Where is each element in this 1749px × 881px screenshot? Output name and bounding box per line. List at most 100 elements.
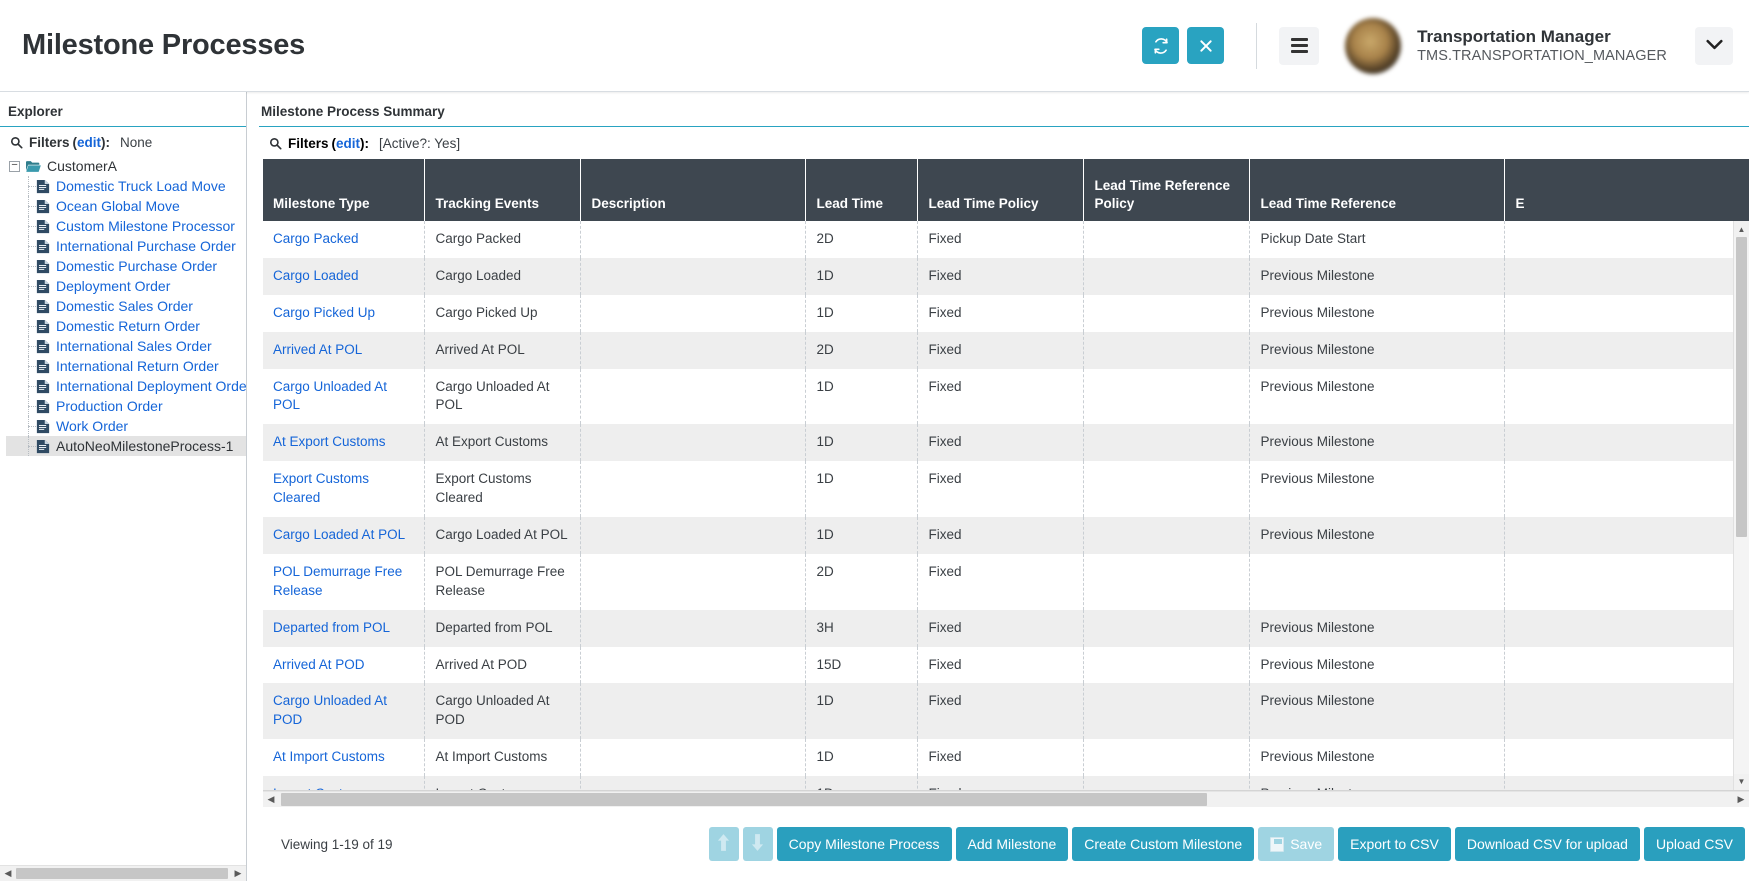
table-row[interactable]: At Import CustomsAt Import Customs1DFixe… (263, 739, 1749, 776)
tree-item[interactable]: Domestic Purchase Order (6, 256, 246, 276)
create-custom-milestone-button[interactable]: Create Custom Milestone (1072, 827, 1254, 861)
milestone-type-link[interactable]: Cargo Unloaded At POD (273, 693, 387, 727)
milestone-type-link[interactable]: Cargo Loaded At POL (273, 527, 405, 542)
close-button[interactable] (1187, 27, 1224, 64)
tree-item[interactable]: Domestic Return Order (6, 316, 246, 336)
milestone-type-link[interactable]: At Export Customs (273, 434, 386, 449)
column-header[interactable]: Lead Time Reference (1250, 159, 1505, 221)
cell-milestone-type[interactable]: Arrived At POL (263, 332, 425, 369)
grid-filters-edit-link[interactable]: edit (336, 136, 360, 151)
table-row[interactable]: Export Customs ClearedExport Customs Cle… (263, 461, 1749, 517)
download-csv-for-upload-button[interactable]: Download CSV for upload (1455, 827, 1640, 861)
copy-milestone-process-button[interactable]: Copy Milestone Process (777, 827, 952, 861)
column-header[interactable]: Milestone Type (263, 159, 425, 221)
upload-csv-button[interactable]: Upload CSV (1644, 827, 1745, 861)
tree-item[interactable]: Domestic Sales Order (6, 296, 246, 316)
cell-milestone-type[interactable]: Cargo Loaded At POL (263, 517, 425, 554)
tree-item[interactable]: AutoNeoMilestoneProcess-1 (6, 436, 246, 456)
milestone-type-link[interactable]: Export Customs Cleared (273, 471, 369, 505)
table-row[interactable]: Arrived At PODArrived At POD15DFixedPrev… (263, 647, 1749, 684)
scroll-left-icon[interactable]: ◀ (0, 868, 16, 879)
hamburger-icon[interactable] (1279, 27, 1319, 65)
grid-hscroll-thumb[interactable] (281, 793, 1207, 806)
cell-milestone-type[interactable]: Import Customs Cleared (263, 776, 425, 791)
table-row[interactable]: At Export CustomsAt Export Customs1DFixe… (263, 424, 1749, 461)
collapse-icon[interactable]: − (9, 161, 20, 172)
column-header[interactable]: Description (581, 159, 806, 221)
milestone-type-link[interactable]: Cargo Packed (273, 231, 359, 246)
tree-item[interactable]: International Return Order (6, 356, 246, 376)
cell-milestone-type[interactable]: Departed from POL (263, 610, 425, 647)
cell-milestone-type[interactable]: Cargo Unloaded At POD (263, 683, 425, 739)
save-button[interactable]: Save (1258, 827, 1334, 861)
table-row[interactable]: Cargo Loaded At POLCargo Loaded At POL1D… (263, 517, 1749, 554)
milestone-type-link[interactable]: POL Demurrage Free Release (273, 564, 402, 598)
tree-item[interactable]: International Sales Order (6, 336, 246, 356)
table-row[interactable]: Import Customs ClearedImport Customs Cle… (263, 776, 1749, 791)
cell-milestone-type[interactable]: Cargo Unloaded At POL (263, 369, 425, 425)
table-row[interactable]: Cargo Picked UpCargo Picked Up1DFixedPre… (263, 295, 1749, 332)
column-header[interactable]: Tracking Events (425, 159, 581, 221)
cell-lead-time-policy: Fixed (918, 332, 1084, 369)
scroll-down-icon[interactable]: ▼ (1734, 774, 1749, 790)
milestone-type-link[interactable]: Cargo Unloaded At POL (273, 379, 387, 413)
column-header[interactable]: Lead Time Policy (918, 159, 1084, 221)
cell-milestone-type[interactable]: POL Demurrage Free Release (263, 554, 425, 610)
table-row[interactable]: Cargo Unloaded At POLCargo Unloaded At P… (263, 369, 1749, 425)
grid-vscroll-thumb[interactable] (1736, 237, 1747, 537)
cell-milestone-type[interactable]: Cargo Loaded (263, 258, 425, 295)
move-up-button[interactable] (709, 827, 739, 861)
milestone-type-link[interactable]: Arrived At POD (273, 657, 365, 672)
cell-lead-time-policy: Fixed (918, 610, 1084, 647)
table-row[interactable]: Cargo Unloaded At PODCargo Unloaded At P… (263, 683, 1749, 739)
milestone-type-link[interactable]: Arrived At POL (273, 342, 362, 357)
table-row[interactable]: Cargo LoadedCargo Loaded1DFixedPrevious … (263, 258, 1749, 295)
document-icon (36, 219, 50, 234)
user-menu-button[interactable] (1695, 27, 1733, 65)
scroll-right-icon[interactable]: ▶ (1733, 794, 1749, 805)
cell-milestone-type[interactable]: Cargo Packed (263, 221, 425, 258)
table-row[interactable]: Arrived At POLArrived At POL2DFixedPrevi… (263, 332, 1749, 369)
tree-item-label: Production Order (56, 398, 163, 414)
tree-item[interactable]: International Purchase Order (6, 236, 246, 256)
tree-item[interactable]: Work Order (6, 416, 246, 436)
arrow-down-icon (751, 834, 764, 854)
table-row[interactable]: Cargo PackedCargo Packed2DFixedPickup Da… (263, 221, 1749, 258)
scroll-up-icon[interactable]: ▲ (1734, 221, 1749, 237)
tree-item[interactable]: Ocean Global Move (6, 196, 246, 216)
tree-item[interactable]: Custom Milestone Processor (6, 216, 246, 236)
cell-milestone-type[interactable]: Export Customs Cleared (263, 461, 425, 517)
column-header[interactable]: Lead Time (806, 159, 918, 221)
cell-lead-time-reference: Previous Milestone (1250, 424, 1505, 461)
tree-item[interactable]: International Deployment Order (6, 376, 246, 396)
explorer-hscrollbar[interactable]: ◀ ▶ (0, 865, 246, 881)
cell-milestone-type[interactable]: At Import Customs (263, 739, 425, 776)
explorer-scroll-thumb[interactable] (16, 868, 228, 879)
milestone-type-link[interactable]: At Import Customs (273, 749, 385, 764)
tree-item-label: International Purchase Order (56, 238, 236, 254)
move-down-button[interactable] (743, 827, 773, 861)
cell-milestone-type[interactable]: Arrived At POD (263, 647, 425, 684)
tree-item[interactable]: Production Order (6, 396, 246, 416)
explorer-filters-edit-link[interactable]: edit (77, 135, 101, 150)
grid-hscrollbar[interactable]: ◀ ▶ (263, 791, 1749, 807)
table-row[interactable]: POL Demurrage Free ReleasePOL Demurrage … (263, 554, 1749, 610)
column-header[interactable]: E (1505, 159, 1749, 221)
table-row[interactable]: Departed from POLDeparted from POL3HFixe… (263, 610, 1749, 647)
cell-milestone-type[interactable]: At Export Customs (263, 424, 425, 461)
tree-item[interactable]: Deployment Order (6, 276, 246, 296)
tree-root-customera[interactable]: − CustomerA (6, 156, 246, 176)
refresh-button[interactable] (1142, 27, 1179, 64)
milestone-type-link[interactable]: Departed from POL (273, 620, 390, 635)
grid-vscrollbar[interactable]: ▲ ▼ (1733, 221, 1749, 790)
tree-item[interactable]: Domestic Truck Load Move (6, 176, 246, 196)
scroll-right-icon[interactable]: ▶ (230, 868, 246, 879)
scroll-left-icon[interactable]: ◀ (263, 794, 279, 805)
milestone-type-link[interactable]: Cargo Picked Up (273, 305, 375, 320)
cell-milestone-type[interactable]: Cargo Picked Up (263, 295, 425, 332)
add-milestone-button[interactable]: Add Milestone (956, 827, 1069, 861)
export-to-csv-button[interactable]: Export to CSV (1338, 827, 1451, 861)
column-header[interactable]: Lead Time Reference Policy (1084, 159, 1250, 221)
tree-guide-connector (28, 446, 36, 447)
milestone-type-link[interactable]: Cargo Loaded (273, 268, 359, 283)
